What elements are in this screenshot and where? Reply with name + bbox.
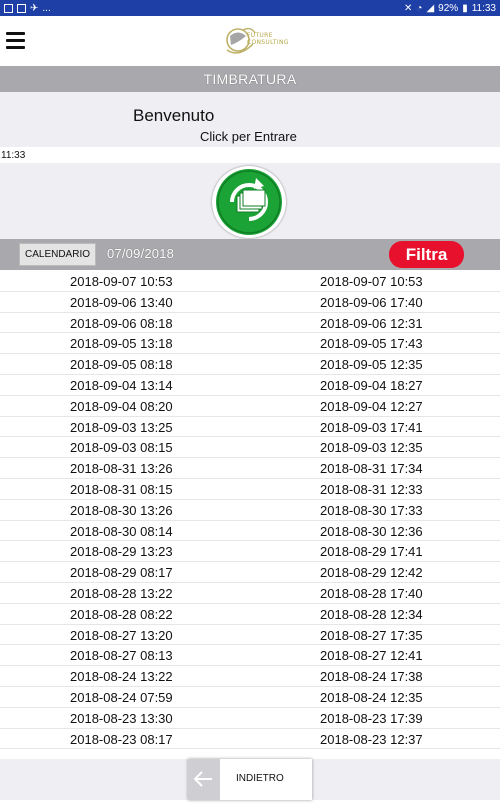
entry-out-time: 2018-08-23 17:39	[320, 710, 423, 726]
entry-in-time: 2018-08-30 08:14	[70, 523, 173, 539]
entry-out-time: 2018-08-31 17:34	[320, 461, 423, 477]
selected-date: 07/09/2018	[107, 246, 175, 261]
flipboard-icon	[17, 3, 26, 13]
entry-in-time: 2018-08-29 08:17	[70, 565, 173, 581]
entry-out-time: 2018-08-30 17:33	[320, 502, 423, 518]
entry-in-time: 2018-09-04 08:20	[70, 398, 173, 414]
logo-line2: CONSULTING	[247, 39, 289, 46]
entry-in-time: 2018-09-05 13:18	[70, 336, 173, 352]
entry-out-time: 2018-09-06 12:31	[320, 315, 423, 331]
entry-in-time: 2018-09-04 13:14	[70, 377, 173, 393]
page-title: TIMBRATURA	[0, 66, 500, 92]
entry-in-time: 2018-08-28 08:22	[70, 606, 173, 622]
table-row[interactable]: 2018-09-03 08:15 2018-09-03 12:35	[0, 437, 500, 459]
entry-out-time: 2018-09-05 12:35	[320, 357, 423, 373]
entry-in-time: 2018-08-30 13:26	[70, 502, 173, 518]
table-row[interactable]: 2018-08-29 08:17 2018-08-29 12:42	[0, 562, 500, 583]
refresh-folder-icon	[216, 169, 282, 235]
entry-out-time: 2018-08-29 12:42	[320, 565, 423, 581]
hamburger-menu-icon[interactable]	[6, 30, 26, 50]
table-row[interactable]: 2018-08-23 08:17 2018-08-23 12:37	[0, 729, 500, 750]
table-row[interactable]: 2018-08-29 13:23 2018-08-29 17:41	[0, 541, 500, 563]
table-row[interactable]: 2018-09-05 13:18 2018-09-05 17:43	[0, 333, 500, 355]
entry-out-time: 2018-08-28 12:34	[320, 606, 423, 622]
entry-out-time: 2018-08-24 17:38	[320, 669, 423, 685]
wifi-icon: ◔	[416, 2, 423, 14]
back-label: INDIETRO	[236, 773, 284, 784]
table-row[interactable]: 2018-08-28 13:22 2018-08-28 17:40	[0, 583, 500, 604]
table-row[interactable]: 2018-09-07 10:53 2018-09-07 10:53	[0, 271, 500, 292]
entry-out-time: 2018-09-03 17:41	[320, 419, 423, 435]
entry-in-time: 2018-08-27 08:13	[70, 648, 173, 664]
table-row[interactable]: 2018-09-04 08:20 2018-09-04 12:27	[0, 396, 500, 417]
status-time: 11:33	[471, 2, 496, 14]
entry-out-time: 2018-08-29 17:41	[320, 544, 423, 560]
mute-icon: ✕	[404, 2, 413, 14]
signal-icon: ◢	[426, 2, 435, 14]
entry-in-time: 2018-08-23 08:17	[70, 731, 173, 747]
entry-in-time: 2018-08-31 08:15	[70, 481, 173, 497]
entry-out-time: 2018-08-30 12:36	[320, 523, 423, 539]
enter-instruction: Click per Entrare	[200, 129, 297, 144]
table-row[interactable]: 2018-08-30 08:14 2018-08-30 12:36	[0, 521, 500, 542]
entry-in-time: 2018-08-23 13:30	[70, 710, 173, 726]
entry-out-time: 2018-09-07 10:53	[320, 274, 423, 289]
image-icon	[4, 3, 13, 13]
entries-list[interactable]: 2018-09-07 10:53 2018-09-07 10:53 2018-09-…	[0, 271, 500, 759]
enter-button[interactable]	[212, 166, 286, 238]
table-row[interactable]: 2018-08-23 13:30 2018-08-23 17:39	[0, 708, 500, 729]
table-row[interactable]: 2018-08-27 13:20 2018-08-27 17:35	[0, 625, 500, 646]
entry-in-time: 2018-08-24 13:22	[70, 669, 173, 685]
table-row[interactable]: 2018-09-06 13:40 2018-09-06 17:40	[0, 292, 500, 313]
calendar-button[interactable]: CALENDARIO	[19, 243, 96, 266]
entry-out-time: 2018-08-28 17:40	[320, 585, 423, 601]
filter-button[interactable]: Filtra	[389, 241, 464, 268]
entry-out-time: 2018-08-24 12:35	[320, 689, 423, 705]
entry-in-time: 2018-09-07 10:53	[70, 274, 173, 289]
table-row[interactable]: 2018-08-27 08:13 2018-08-27 12:41	[0, 645, 500, 667]
entry-out-time: 2018-09-03 12:35	[320, 440, 423, 456]
table-row[interactable]: 2018-08-31 13:26 2018-08-31 17:34	[0, 458, 500, 479]
entry-out-time: 2018-09-04 18:27	[320, 377, 423, 393]
table-row[interactable]: 2018-08-28 08:22 2018-08-28 12:34	[0, 604, 500, 625]
company-logo: FUTURE CONSULTING	[225, 24, 288, 58]
table-row[interactable]: 2018-09-05 08:18 2018-09-05 12:35	[0, 354, 500, 375]
entry-out-time: 2018-08-27 17:35	[320, 627, 423, 643]
entry-out-time: 2018-09-04 12:27	[320, 398, 423, 414]
entry-in-time: 2018-08-31 13:26	[70, 461, 173, 477]
entry-in-time: 2018-08-24 07:59	[70, 689, 173, 705]
table-row[interactable]: 2018-08-24 07:59 2018-08-24 12:35	[0, 687, 500, 708]
app-bar: FUTURE CONSULTING	[0, 16, 500, 66]
entry-in-time: 2018-09-06 08:18	[70, 315, 173, 331]
entry-out-time: 2018-09-05 17:43	[320, 336, 423, 352]
table-row[interactable]: 2018-08-24 13:22 2018-08-24 17:38	[0, 666, 500, 687]
android-icon: ✈	[30, 2, 39, 14]
table-row[interactable]: 2018-09-03 13:25 2018-09-03 17:41	[0, 417, 500, 438]
entry-out-time: 2018-08-27 12:41	[320, 648, 423, 664]
table-row[interactable]: 2018-08-30 13:26 2018-08-30 17:33	[0, 500, 500, 521]
arrow-left-icon	[188, 759, 220, 800]
entry-in-time: 2018-08-28 13:22	[70, 585, 173, 601]
entry-in-time: 2018-09-06 13:40	[70, 294, 173, 310]
back-button[interactable]: INDIETRO	[188, 759, 312, 800]
entry-out-time: 2018-09-06 17:40	[320, 294, 423, 310]
table-row[interactable]: 2018-09-06 08:18 2018-09-06 12:31	[0, 313, 500, 334]
entry-in-time: 2018-08-29 13:23	[70, 544, 173, 560]
entry-out-time: 2018-08-23 12:37	[320, 731, 423, 747]
current-time: 11:33	[1, 150, 26, 161]
welcome-greeting: Benvenuto	[133, 106, 215, 125]
entry-in-time: 2018-09-03 08:15	[70, 440, 173, 456]
entry-out-time: 2018-08-31 12:33	[320, 481, 423, 497]
entry-in-time: 2018-08-27 13:20	[70, 627, 173, 643]
table-row[interactable]: 2018-09-04 13:14 2018-09-04 18:27	[0, 375, 500, 396]
table-row[interactable]: 2018-08-31 08:15 2018-08-31 12:33	[0, 479, 500, 500]
battery-icon: ▮	[462, 2, 468, 14]
battery-percent: 92%	[438, 2, 459, 14]
entry-in-time: 2018-09-05 08:18	[70, 357, 173, 373]
logo-line1: FUTURE	[247, 32, 273, 39]
status-more: ...	[42, 2, 51, 14]
status-bar: ✈ ... ✕ ◔ ◢ 92% ▮ 11:33	[0, 0, 500, 16]
entry-in-time: 2018-09-03 13:25	[70, 419, 173, 435]
